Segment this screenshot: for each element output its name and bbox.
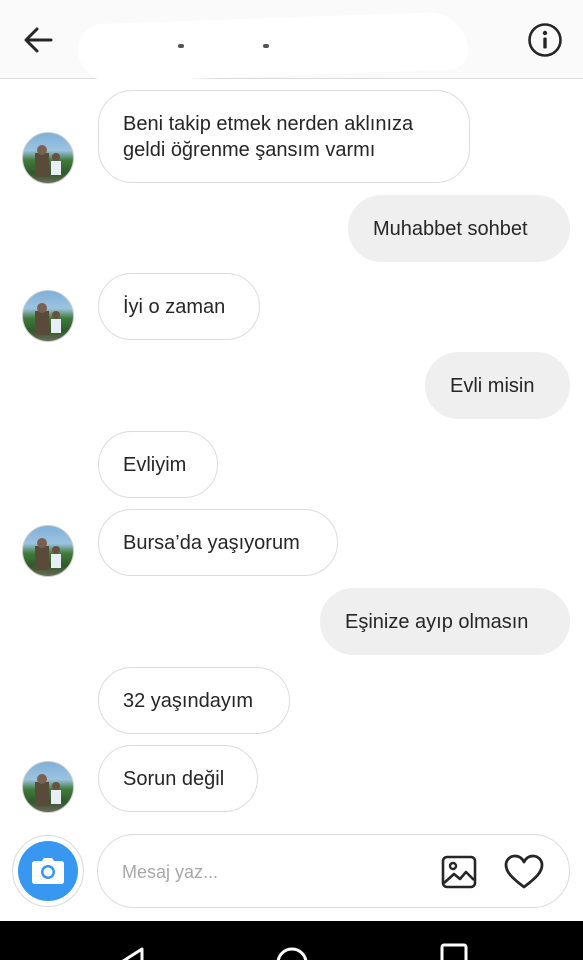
message-received[interactable]: Beni takip etmek nerden aklınıza geldi ö… [98,90,470,183]
camera-icon [32,858,64,884]
message-input-container [97,834,570,908]
avatar[interactable] [22,132,74,184]
nav-home-button[interactable] [274,939,310,960]
nav-back-triangle-icon [121,947,144,960]
message-sent[interactable]: Muhabbet sohbet [348,195,570,262]
message-composer [12,833,571,909]
image-gallery-icon [441,855,477,889]
nav-back-button[interactable] [112,939,148,960]
back-button[interactable] [18,20,58,60]
nav-recents-button[interactable] [437,939,473,960]
message-sent[interactable]: Eşinize ayıp olmasın [320,588,570,655]
gallery-button[interactable] [440,853,478,891]
redaction-artifact [178,44,184,48]
avatar[interactable] [22,761,74,813]
message-received[interactable]: Sorun değil [98,745,258,812]
avatar[interactable] [22,525,74,577]
message-received[interactable]: Bursa’da yaşıyorum [98,509,338,576]
chat-header [0,0,583,83]
avatar[interactable] [22,290,74,342]
nav-home-circle-icon [276,947,308,960]
system-navigation-bar [0,921,583,960]
message-sent[interactable]: Evli misin [425,352,570,419]
redaction-artifact [263,44,269,48]
redacted-username [77,11,469,83]
message-received[interactable]: Evliyim [98,431,218,498]
heart-icon [504,854,544,889]
message-received[interactable]: 32 yaşındayım [98,667,290,734]
nav-recents-square-icon [440,943,468,960]
arrow-left-icon [24,27,53,53]
camera-button[interactable] [12,835,84,907]
info-circle-icon [528,23,562,57]
like-button[interactable] [503,851,545,893]
message-received[interactable]: İyi o zaman [98,273,260,340]
info-button[interactable] [525,20,565,60]
message-input[interactable] [122,857,422,887]
